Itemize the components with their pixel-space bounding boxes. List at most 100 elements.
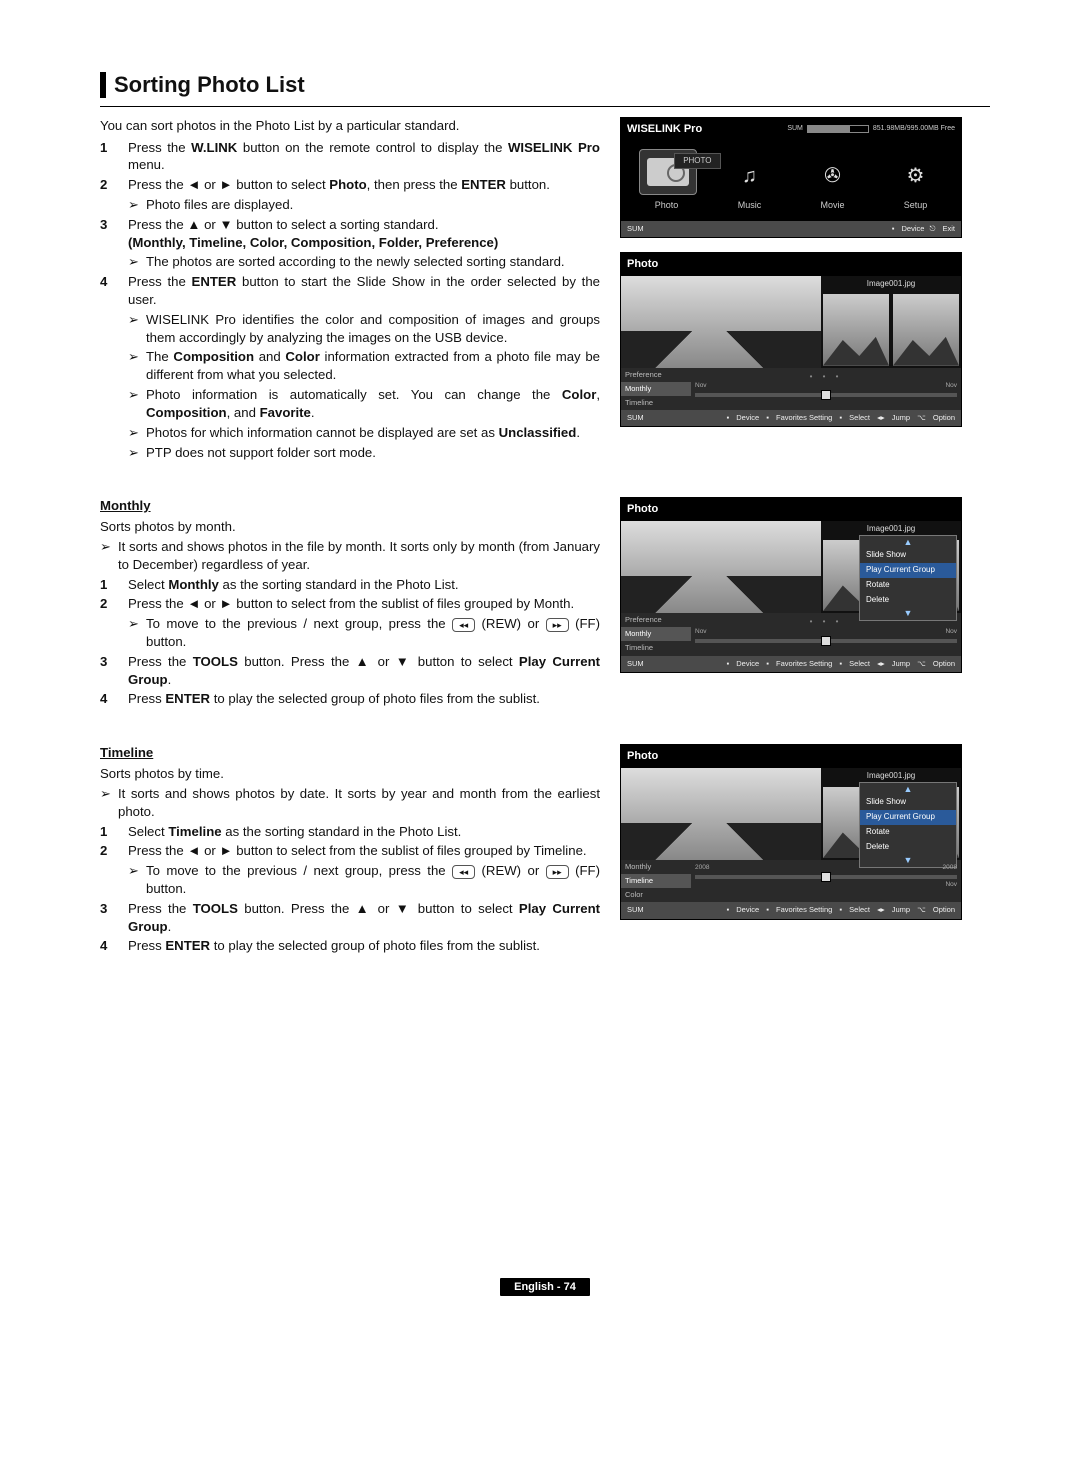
screenshot-wiselink: WISELINK Pro SUM851.98MB/995.00MB Free P… [620, 117, 962, 238]
tab-preference[interactable]: Preference [621, 368, 691, 382]
tools-item-highlight[interactable]: Play Current Group [860, 810, 956, 825]
photo-badge: PHOTO [674, 153, 720, 170]
step-body: Press the ◄ or ► button to select from t… [128, 595, 600, 650]
step-body: Press ENTER to play the selected group o… [128, 937, 600, 955]
step-number: 2 [100, 176, 128, 214]
note-arrow-icon: ➢ [100, 538, 118, 574]
step-body: Press ENTER to play the selected group o… [128, 690, 600, 708]
tools-popup: ▲ Slide Show Play Current Group Rotate D… [859, 782, 957, 867]
note-arrow-icon: ➢ [128, 862, 146, 898]
screenshot-timeline-tools: Photo Image001.jpg ▲ Slide Show Play Cur… [620, 744, 962, 919]
tab-monthly[interactable]: Monthly [621, 382, 691, 396]
note-text: Photo information is automatically set. … [146, 386, 600, 422]
sort-tabs: Preference Monthly Timeline [621, 613, 691, 655]
step-number: 3 [100, 653, 128, 689]
tools-item[interactable]: Slide Show [860, 795, 956, 810]
note-arrow-icon: ➢ [128, 444, 146, 462]
timeline-desc: Sorts photos by time. [100, 765, 600, 783]
tools-item[interactable]: Rotate [860, 578, 956, 593]
step-body: Select Timeline as the sorting standard … [128, 823, 600, 841]
tab-monthly[interactable]: Monthly [621, 627, 691, 641]
step-body: Select Monthly as the sorting standard i… [128, 576, 600, 594]
tab-timeline[interactable]: Timeline [621, 874, 691, 888]
step-body: Press the ◄ or ► button to select from t… [128, 842, 600, 897]
photo-filename: Image001.jpg [821, 276, 961, 293]
step-number: 1 [100, 576, 128, 594]
page-footer: English - 74 [100, 1277, 990, 1295]
note-text: The photos are sorted according to the n… [146, 253, 600, 271]
movie-icon: ✇ [824, 163, 841, 190]
ff-icon: ▸▸ [546, 618, 569, 632]
step-number: 4 [100, 690, 128, 708]
note-text: To move to the previous / next group, pr… [146, 862, 600, 898]
note-text: WISELINK Pro identifies the color and co… [146, 311, 600, 347]
page-title-row: Sorting Photo List [100, 70, 990, 100]
step-body: Press the ▲ or ▼ button to select a sort… [128, 216, 600, 271]
monthly-steps: 1Select Monthly as the sorting standard … [100, 576, 600, 709]
step-number: 4 [100, 273, 128, 461]
note-text: It sorts and shows photos by date. It so… [118, 785, 600, 821]
photo-preview [621, 276, 821, 368]
note-arrow-icon: ➢ [128, 386, 146, 422]
tab-color[interactable]: Color [621, 888, 691, 902]
step-body: Press the W.LINK button on the remote co… [128, 139, 600, 175]
storage-gauge [807, 125, 869, 133]
step-body: Press the TOOLS button. Press the ▲ or ▼… [128, 900, 600, 936]
step-number: 2 [100, 595, 128, 650]
tools-popup: ▲ Slide Show Play Current Group Rotate D… [859, 535, 957, 620]
photo-preview [621, 768, 821, 860]
sort-tabs: Preference Monthly Timeline [621, 368, 691, 410]
wiselink-title: WISELINK Pro [627, 122, 702, 137]
note-arrow-icon: ➢ [128, 196, 146, 214]
photo-preview [621, 521, 821, 613]
step-body: Press the TOOLS button. Press the ▲ or ▼… [128, 653, 600, 689]
note-text: To move to the previous / next group, pr… [146, 615, 600, 651]
rewind-icon: ◂◂ [452, 618, 475, 632]
note-text: The Composition and Color information ex… [146, 348, 600, 384]
menu-item-setup[interactable]: ⚙Setup [888, 159, 944, 211]
tools-item[interactable]: Slide Show [860, 548, 956, 563]
note-arrow-icon: ➢ [128, 615, 146, 651]
tools-item[interactable]: Rotate [860, 825, 956, 840]
menu-item-photo[interactable]: PHOTO Photo [639, 149, 695, 211]
photo-title: Photo [627, 257, 658, 272]
step-number: 1 [100, 139, 128, 175]
note-arrow-icon: ➢ [128, 311, 146, 347]
tab-timeline[interactable]: Timeline [621, 396, 691, 410]
timeline-steps: 1Select Timeline as the sorting standard… [100, 823, 600, 956]
step-number: 1 [100, 823, 128, 841]
intro-text: You can sort photos in the Photo List by… [100, 117, 600, 135]
gear-icon: ⚙ [907, 163, 925, 190]
step-number: 4 [100, 937, 128, 955]
rewind-icon: ◂◂ [452, 865, 475, 879]
screenshot-photo-list: Photo Image001.jpg Preference Monthly Ti… [620, 252, 962, 427]
page-title: Sorting Photo List [114, 70, 305, 100]
tools-item-highlight[interactable]: Play Current Group [860, 563, 956, 578]
title-divider [100, 106, 990, 107]
tab-monthly[interactable]: Monthly [621, 860, 691, 874]
menu-item-music[interactable]: ♫Music [722, 159, 778, 211]
note-text: PTP does not support folder sort mode. [146, 444, 600, 462]
sort-tabs: Monthly Timeline Color [621, 860, 691, 902]
menu-item-movie[interactable]: ✇Movie [805, 159, 861, 211]
tools-item[interactable]: Delete [860, 840, 956, 855]
step-number: 2 [100, 842, 128, 897]
tab-preference[interactable]: Preference [621, 613, 691, 627]
note-arrow-icon: ➢ [128, 348, 146, 384]
note-text: Photos for which information cannot be d… [146, 424, 600, 442]
title-bar [100, 72, 106, 98]
monthly-desc: Sorts photos by month. [100, 518, 600, 536]
note-text: It sorts and shows photos in the file by… [118, 538, 600, 574]
note-text: Photo files are displayed. [146, 196, 600, 214]
photo-thumbnails [821, 292, 961, 367]
note-arrow-icon: ➢ [100, 785, 118, 821]
note-arrow-icon: ➢ [128, 424, 146, 442]
photo-title: Photo [627, 502, 658, 517]
music-icon: ♫ [742, 163, 757, 190]
ff-icon: ▸▸ [546, 865, 569, 879]
tab-timeline[interactable]: Timeline [621, 641, 691, 655]
step-body: Press the ENTER button to start the Slid… [128, 273, 600, 461]
step-body: Press the ◄ or ► button to select Photo,… [128, 176, 600, 214]
tools-item[interactable]: Delete [860, 593, 956, 608]
timeline-heading: Timeline [100, 744, 600, 762]
